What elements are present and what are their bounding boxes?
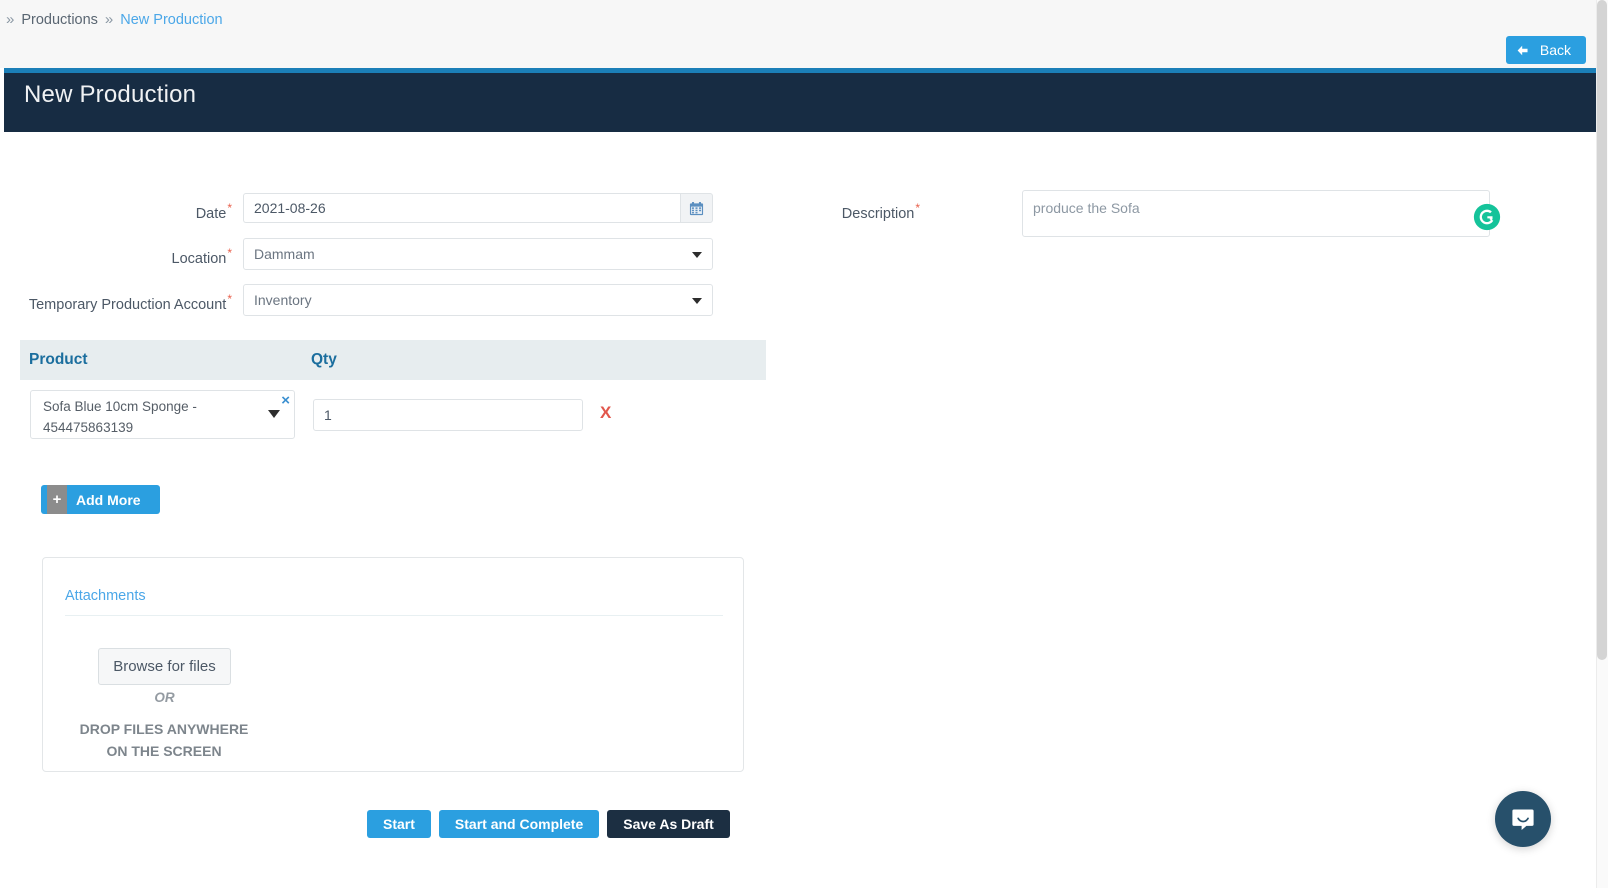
description-textarea[interactable]: produce the Sofa <box>1022 190 1490 237</box>
page-title-band: New Production <box>4 68 1596 132</box>
description-value: produce the Sofa <box>1033 200 1140 216</box>
column-header-product: Product <box>29 351 311 369</box>
breadcrumb-item-productions[interactable]: Productions <box>21 12 98 28</box>
form-actions: Start Start and Complete Save As Draft <box>367 810 730 838</box>
field-description-label-wrap: Description* <box>770 193 920 229</box>
date-input[interactable] <box>243 193 680 223</box>
breadcrumb-bar: » Productions » New Production <box>0 0 1596 68</box>
page-scrollbar-thumb[interactable] <box>1597 0 1607 660</box>
divider <box>65 615 723 616</box>
add-more-button[interactable]: + Add More <box>41 485 160 514</box>
chat-bubble-icon <box>1509 805 1537 833</box>
field-temp-account-label-wrap: Temporary Production Account* <box>0 284 232 320</box>
page-scrollbar-track[interactable] <box>1596 0 1608 888</box>
field-date-label-wrap: Date* <box>0 193 232 229</box>
drop-files-line2: ON THE SCREEN <box>64 740 264 762</box>
temp-account-select[interactable]: Inventory <box>243 284 713 316</box>
required-marker: * <box>227 292 232 306</box>
location-label: Location* <box>172 238 233 274</box>
product-select-value: Sofa Blue 10cm Sponge - 454475863139 <box>43 399 197 435</box>
breadcrumb-separator-icon: » <box>6 11 14 28</box>
required-marker: * <box>227 246 232 260</box>
browse-for-files-button[interactable]: Browse for files <box>98 648 231 685</box>
back-button[interactable]: Back <box>1506 36 1586 64</box>
breadcrumb-separator-icon: » <box>105 11 113 28</box>
required-marker: * <box>915 201 920 215</box>
calendar-icon-button[interactable] <box>680 193 713 223</box>
calendar-icon <box>689 201 704 216</box>
breadcrumb: » Productions » New Production <box>6 11 223 28</box>
grammarly-icon[interactable] <box>1473 203 1501 231</box>
date-label: Date* <box>196 193 232 229</box>
title-band-bg <box>4 73 1596 132</box>
chevron-down-icon <box>268 410 280 418</box>
or-label: OR <box>98 690 231 705</box>
temp-account-label: Temporary Production Account* <box>29 284 232 320</box>
location-select-wrap: Dammam <box>243 238 713 270</box>
clear-icon[interactable]: × <box>281 393 290 408</box>
qty-input[interactable] <box>313 399 583 431</box>
page-title: New Production <box>24 81 196 109</box>
plus-icon: + <box>47 485 67 514</box>
chevron-down-icon <box>692 298 702 304</box>
drop-files-hint: DROP FILES ANYWHERE ON THE SCREEN <box>64 718 264 762</box>
delete-row-button[interactable]: X <box>600 403 611 423</box>
location-select[interactable]: Dammam <box>243 238 713 270</box>
drop-files-line1: DROP FILES ANYWHERE <box>64 718 264 740</box>
add-more-label: Add More <box>67 492 154 508</box>
arrow-left-icon <box>1516 44 1529 57</box>
product-select[interactable]: Sofa Blue 10cm Sponge - 454475863139 × <box>30 390 295 439</box>
description-label: Description* <box>842 193 920 229</box>
product-table-header: Product Qty <box>20 340 766 380</box>
breadcrumb-item-new-production[interactable]: New Production <box>120 12 222 28</box>
temp-account-select-value: Inventory <box>254 292 312 308</box>
start-button[interactable]: Start <box>367 810 431 838</box>
attachments-title[interactable]: Attachments <box>65 588 146 604</box>
save-as-draft-button[interactable]: Save As Draft <box>607 810 730 838</box>
field-location-label-wrap: Location* <box>0 238 232 274</box>
chevron-down-icon <box>692 252 702 258</box>
date-input-group <box>243 193 713 223</box>
attachments-panel: Attachments Browse for files OR DROP FIL… <box>42 557 744 772</box>
temp-account-select-wrap: Inventory <box>243 284 713 316</box>
page-root: » Productions » New Production Back New … <box>0 0 1608 888</box>
start-and-complete-button[interactable]: Start and Complete <box>439 810 599 838</box>
column-header-qty: Qty <box>311 351 337 369</box>
back-button-label: Back <box>1540 42 1571 58</box>
intercom-chat-button[interactable] <box>1495 791 1551 847</box>
location-select-value: Dammam <box>254 246 315 262</box>
required-marker: * <box>227 201 232 215</box>
